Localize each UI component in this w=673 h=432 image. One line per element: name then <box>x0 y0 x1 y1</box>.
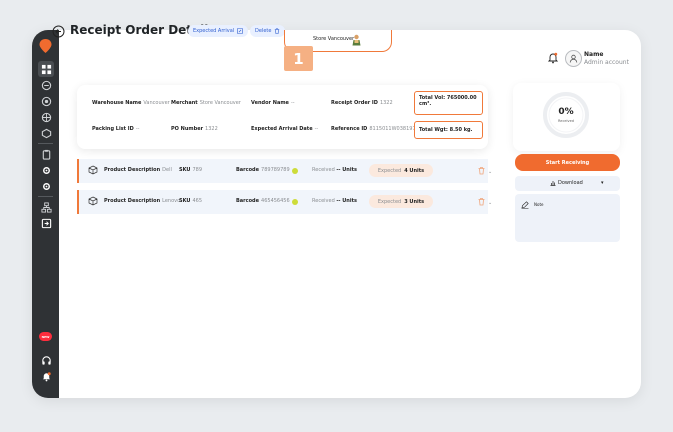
download-dropdown[interactable]: Download ▾ <box>515 176 620 191</box>
delete-row-icon[interactable] <box>477 197 486 206</box>
product-description: Product Description Dell <box>104 167 172 173</box>
product-received: Received -- Units <box>312 167 357 173</box>
gear-icon[interactable] <box>38 162 54 178</box>
table-row[interactable]: Product Description Dell SKU 789 Barcode 78… <box>77 159 492 183</box>
avatar[interactable] <box>565 50 582 67</box>
caret-down-icon: ▾ <box>601 180 604 186</box>
settings-icon[interactable] <box>38 178 54 194</box>
product-description: Product Description Lenovo <box>104 198 181 204</box>
order-info-card: Warehouse Name Vancouver Merchant Store Va… <box>77 85 488 149</box>
expand-chevron-icon[interactable]: ⌄ <box>488 200 492 206</box>
export-icon[interactable] <box>38 215 54 231</box>
box-icon <box>88 165 98 175</box>
person-illustration-icon <box>352 34 361 46</box>
network-icon[interactable] <box>38 199 54 215</box>
user-name: Name <box>584 51 604 58</box>
total-weight-box: Total Wgt: 8.50 kg. <box>414 121 483 139</box>
clipboard-icon[interactable] <box>38 146 54 162</box>
sidebar: NEW <box>32 30 59 398</box>
progress-percent: 0% <box>558 107 574 117</box>
store-name: Store Vancouver <box>313 36 355 42</box>
note-icon <box>521 201 529 209</box>
note-area[interactable]: Note <box>515 194 620 242</box>
product-barcode: Barcode 465456456 <box>236 198 290 204</box>
box-outline-icon[interactable] <box>38 109 54 125</box>
expected-arrival-label: Expected Arrival <box>193 28 235 34</box>
expand-chevron-icon[interactable]: ⌄ <box>488 169 492 175</box>
bar-chart-icon <box>550 181 556 186</box>
merchant-field: Merchant Store Vancouver <box>171 100 241 106</box>
delete-row-icon[interactable] <box>477 166 486 175</box>
expected-units-pill: Expected 4 Units <box>369 164 433 177</box>
product-sku: SKU 465 <box>179 198 202 204</box>
expected-arrival-chip[interactable]: Expected Arrival <box>188 25 249 37</box>
reference-id-field: Reference ID 8115011W038197 <box>331 126 416 132</box>
user-icon <box>569 54 578 63</box>
expected-arrival-date-field: Expected Arrival Date -- <box>251 126 319 132</box>
delete-label: Delete <box>255 28 272 34</box>
edit-icon <box>237 28 244 34</box>
notification-bell-icon[interactable] <box>548 52 558 64</box>
table-row[interactable]: Product Description Lenovo SKU 465 Barcode… <box>77 190 492 214</box>
target-icon[interactable] <box>38 93 54 109</box>
start-receiving-button[interactable]: Start Receiving <box>515 154 620 171</box>
grid-icon[interactable] <box>38 61 54 77</box>
status-dot <box>292 199 298 205</box>
box-icon <box>88 196 98 206</box>
user-role: Admin account <box>584 59 629 66</box>
step-badge: 1 <box>284 46 313 71</box>
note-label: Note <box>534 202 544 207</box>
bell-icon[interactable] <box>38 368 54 384</box>
expected-units-pill: Expected 3 Units <box>369 195 433 208</box>
po-number-field: PO Number 1322 <box>171 126 218 132</box>
total-volume-box: Total Vol: 765000.00 cm³. <box>414 91 483 115</box>
receipt-order-id-field: Receipt Order ID 1322 <box>331 100 393 106</box>
status-dot <box>292 168 298 174</box>
download-label: Download <box>558 180 583 186</box>
back-button-icon[interactable] <box>52 25 65 38</box>
vendor-name-field: Vendor Name -- <box>251 100 295 106</box>
layers-icon[interactable] <box>38 125 54 141</box>
box-icon[interactable] <box>38 77 54 93</box>
product-barcode: Barcode 789789789 <box>236 167 290 173</box>
packing-list-id-field: Packing List ID -- <box>92 126 140 132</box>
warehouse-name-field: Warehouse Name Vancouver <box>92 100 170 106</box>
logo-icon <box>39 39 52 53</box>
product-received: Received -- Units <box>312 198 357 204</box>
progress-label: Received <box>558 119 574 123</box>
delete-chip[interactable]: Delete <box>250 25 286 37</box>
product-sku: SKU 789 <box>179 167 202 173</box>
headphones-icon[interactable] <box>38 352 54 368</box>
trash-icon <box>275 28 280 34</box>
new-badge[interactable]: NEW <box>39 332 52 341</box>
